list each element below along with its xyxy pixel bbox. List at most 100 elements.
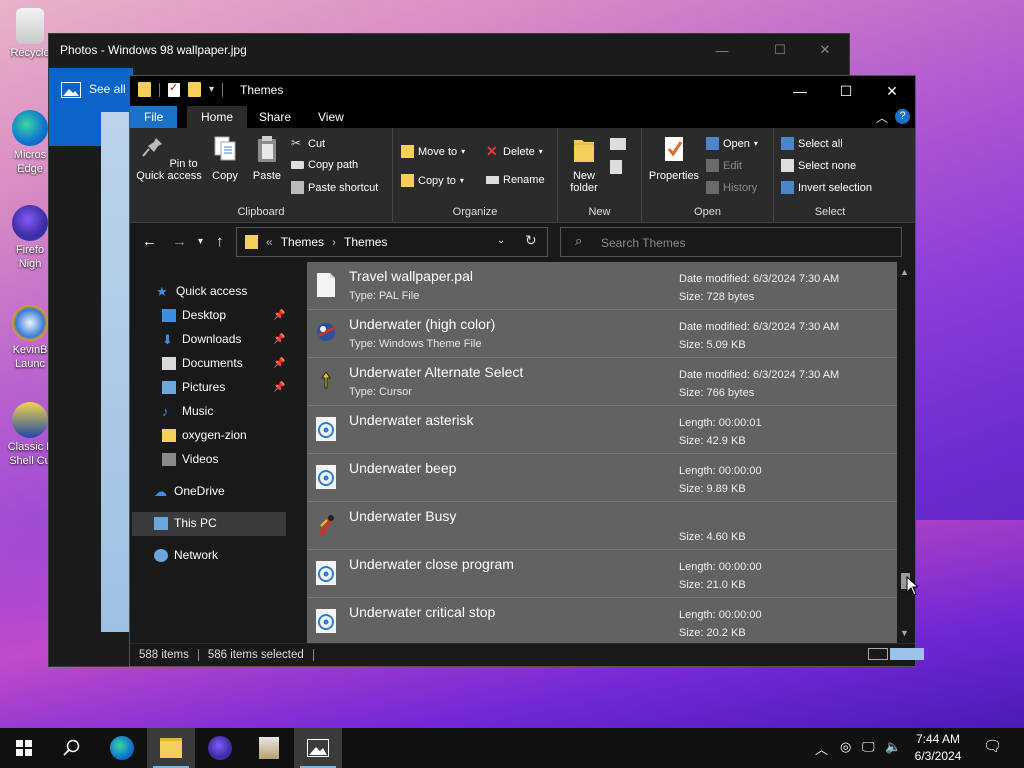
search-box[interactable]: ⌕ Search Themes xyxy=(560,227,902,257)
copy-button[interactable]: Copy xyxy=(206,134,244,182)
address-dropdown-icon[interactable]: ⌄ xyxy=(497,235,505,246)
recent-locations-button[interactable]: ▾ xyxy=(198,236,203,247)
meet-now-icon[interactable]: ◎ xyxy=(840,739,851,755)
nav-desktop[interactable]: Desktop xyxy=(162,308,226,322)
file-row[interactable]: Underwater close program Length: 00:00:0… xyxy=(307,550,897,598)
help-icon[interactable]: ? xyxy=(895,109,910,124)
edge-icon xyxy=(110,736,134,760)
rename-label: Rename xyxy=(503,174,545,186)
move-to-button[interactable]: Move to ▾ xyxy=(401,145,465,158)
large-icons-view-icon[interactable] xyxy=(890,648,924,660)
notifications-icon[interactable]: 🗨 xyxy=(983,737,1002,755)
invert-selection-button[interactable]: Invert selection xyxy=(781,181,872,194)
minimize-button[interactable]: — xyxy=(777,76,823,106)
volume-muted-icon[interactable]: 🔈 xyxy=(885,739,901,755)
close-button[interactable]: ✕ xyxy=(869,76,915,106)
file-explorer-window[interactable]: ▾ Themes — ☐ ✕ File Home Share View ︿ ? … xyxy=(129,75,924,667)
overflow-crumb[interactable]: « xyxy=(266,235,273,249)
history-button[interactable]: History xyxy=(706,181,757,194)
collapse-ribbon-icon[interactable]: ︿ xyxy=(876,109,888,126)
back-button[interactable]: ← xyxy=(142,233,157,250)
easy-access-icon[interactable] xyxy=(610,160,622,174)
nav-onedrive[interactable]: ☁ OneDrive xyxy=(154,484,225,498)
select-all-button[interactable]: Select all xyxy=(781,137,843,150)
nav-videos[interactable]: Videos xyxy=(162,452,218,466)
nav-this-pc[interactable]: This PC xyxy=(154,516,217,530)
new-folder-button[interactable]: New folder xyxy=(562,134,606,194)
pin-icon[interactable]: 📌 xyxy=(273,382,285,393)
properties-button[interactable]: Properties xyxy=(646,134,702,182)
open-button[interactable]: Open ▾ xyxy=(706,137,758,150)
details-view-icon[interactable] xyxy=(868,648,888,660)
file-row[interactable]: Travel wallpaper.pal Type: PAL File Date… xyxy=(307,262,897,310)
scroll-down-icon[interactable]: ▼ xyxy=(900,628,909,638)
pin-icon xyxy=(142,138,163,157)
scroll-up-icon[interactable]: ▲ xyxy=(900,267,909,277)
tab-file[interactable]: File xyxy=(130,106,178,128)
file-row[interactable]: Underwater Alternate Select Type: Cursor… xyxy=(307,358,897,406)
refresh-icon[interactable]: ↻ xyxy=(525,232,537,249)
nav-music[interactable]: ♪ Music xyxy=(162,404,213,418)
taskbar-file-explorer[interactable] xyxy=(147,728,195,768)
photos-minimize-button[interactable]: — xyxy=(699,34,745,66)
nav-oxygen-zion[interactable]: oxygen-zion xyxy=(162,428,247,442)
clock-date: 6/3/2024 xyxy=(914,749,962,763)
file-row[interactable]: Underwater Busy Size: 4.60 KB xyxy=(307,502,897,550)
explorer-titlebar[interactable]: ▾ Themes — ☐ ✕ xyxy=(130,76,915,106)
taskbar-edge[interactable] xyxy=(98,728,146,768)
tray-overflow-icon[interactable]: ︿ xyxy=(815,739,828,758)
pictures-icon xyxy=(162,380,176,394)
taskbar-firefox[interactable] xyxy=(196,728,244,768)
cut-button[interactable]: ✂ Cut xyxy=(291,137,325,150)
up-button[interactable]: ↑ xyxy=(216,233,224,250)
photos-close-button[interactable]: ✕ xyxy=(802,34,848,66)
file-row[interactable]: Underwater critical stop Length: 00:00:0… xyxy=(307,598,897,643)
properties-qat-icon[interactable] xyxy=(168,81,180,97)
file-row[interactable]: Underwater (high color) Type: Windows Th… xyxy=(307,310,897,358)
tab-view[interactable]: View xyxy=(304,106,358,128)
pin-icon[interactable]: 📌 xyxy=(273,310,285,321)
paste-shortcut-button[interactable]: Paste shortcut xyxy=(291,181,378,194)
start-button[interactable] xyxy=(0,728,48,768)
rename-icon xyxy=(486,176,499,184)
file-name: Travel wallpaper.pal xyxy=(349,268,473,284)
search-button[interactable] xyxy=(48,728,96,768)
open-group: Properties Open ▾ Edit History Open xyxy=(642,128,774,222)
customize-qat-icon[interactable]: ▾ xyxy=(209,84,214,95)
crumb-themes[interactable]: Themes xyxy=(344,235,387,249)
taskbar-app[interactable] xyxy=(245,728,293,768)
copy-to-button[interactable]: Copy to ▾ xyxy=(401,174,464,187)
photos-maximize-button[interactable]: ☐ xyxy=(757,34,803,66)
clock[interactable]: 7:44 AM 6/3/2024 xyxy=(900,731,976,765)
new-folder-qat-icon[interactable] xyxy=(188,82,201,97)
copy-path-button[interactable]: Copy path xyxy=(291,159,358,171)
address-bar[interactable]: « Themes › Themes ⌄ ↻ xyxy=(236,227,548,257)
tab-share[interactable]: Share xyxy=(245,106,305,128)
maximize-button[interactable]: ☐ xyxy=(823,76,869,106)
new-item-icon[interactable] xyxy=(610,138,626,150)
nav-pictures[interactable]: Pictures xyxy=(162,380,225,394)
file-row[interactable]: Underwater asterisk Length: 00:00:01 Siz… xyxy=(307,406,897,454)
pin-icon[interactable]: 📌 xyxy=(273,334,285,345)
organize-group: Move to ▾ Copy to ▾ ✕ Delete ▾ Rename Organ… xyxy=(393,128,558,222)
delete-button[interactable]: ✕ Delete ▾ xyxy=(486,144,543,158)
nav-network[interactable]: Network xyxy=(154,548,218,562)
forward-button[interactable]: → xyxy=(172,233,187,250)
tab-home[interactable]: Home xyxy=(187,106,248,128)
nav-quick-access[interactable]: ★ Quick access xyxy=(156,284,247,298)
select-none-button[interactable]: Select none xyxy=(781,159,856,172)
nav-label: Videos xyxy=(182,452,219,466)
rename-button[interactable]: Rename xyxy=(486,174,545,186)
nav-documents[interactable]: Documents xyxy=(162,356,243,370)
folder-icon xyxy=(245,235,258,249)
pin-quick-access-button[interactable]: Pin to Quick access xyxy=(136,134,202,182)
taskbar-photos[interactable] xyxy=(294,728,342,768)
nav-label: Downloads xyxy=(182,332,242,346)
file-row[interactable]: Underwater beep Length: 00:00:00 Size: 9… xyxy=(307,454,897,502)
nav-downloads[interactable]: ⬇ Downloads xyxy=(162,332,241,346)
crumb-themes-parent[interactable]: Themes xyxy=(281,235,324,249)
edit-button[interactable]: Edit xyxy=(706,159,742,172)
paste-button[interactable]: Paste xyxy=(248,134,286,182)
pin-icon[interactable]: 📌 xyxy=(273,358,285,369)
network-status-icon[interactable]: 🖵 xyxy=(862,739,875,755)
